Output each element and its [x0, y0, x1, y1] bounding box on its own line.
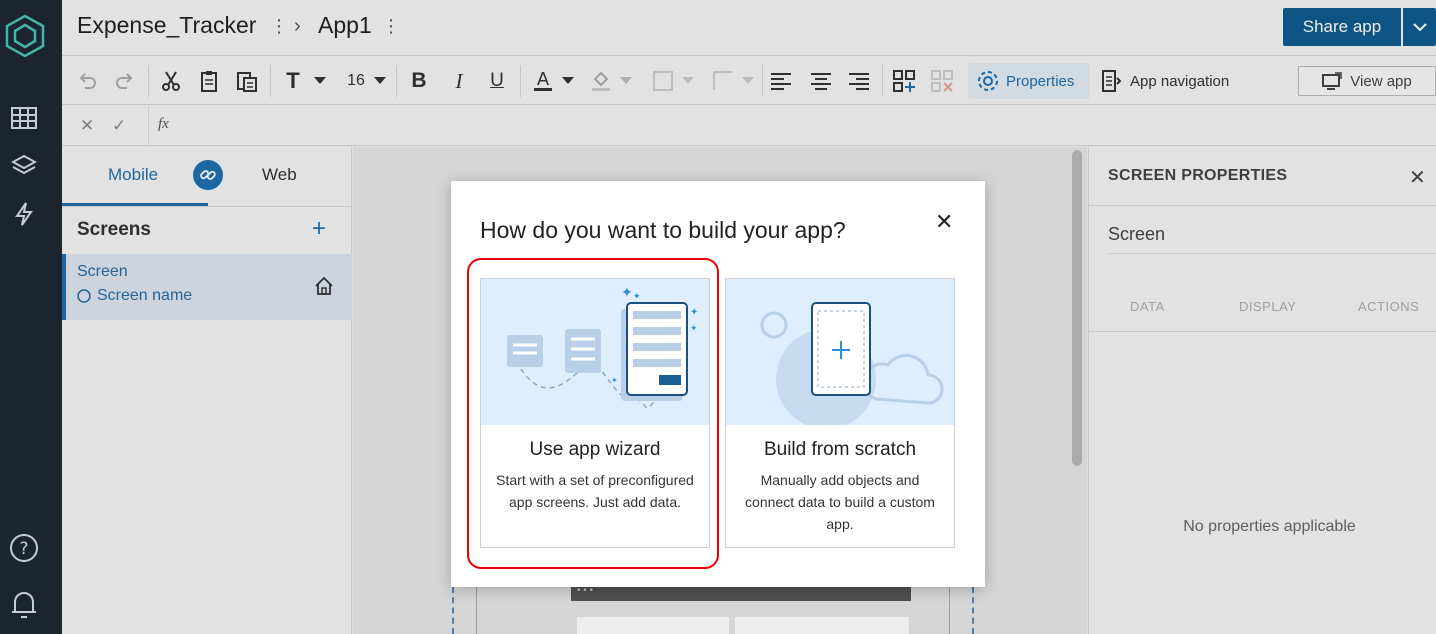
left-rail: ? — [0, 0, 62, 634]
table-icon[interactable] — [8, 102, 40, 134]
bell-icon[interactable] — [8, 588, 40, 620]
selection-highlight — [467, 258, 719, 569]
scratch-illustration — [726, 279, 954, 425]
layers-icon[interactable] — [8, 150, 40, 182]
lightning-icon[interactable] — [8, 198, 40, 230]
scratch-card-title: Build from scratch — [763, 439, 917, 460]
build-from-scratch-card[interactable]: Build from scratch Manually add objects … — [725, 278, 955, 548]
close-icon[interactable]: ✕ — [935, 209, 953, 235]
help-icon[interactable]: ? — [8, 532, 40, 564]
svg-text:?: ? — [19, 539, 28, 559]
app-logo-icon[interactable] — [3, 12, 47, 60]
scratch-card-description: Manually add objects and connect data to… — [745, 472, 935, 532]
dialog-title: How do you want to build your app? — [480, 217, 846, 243]
